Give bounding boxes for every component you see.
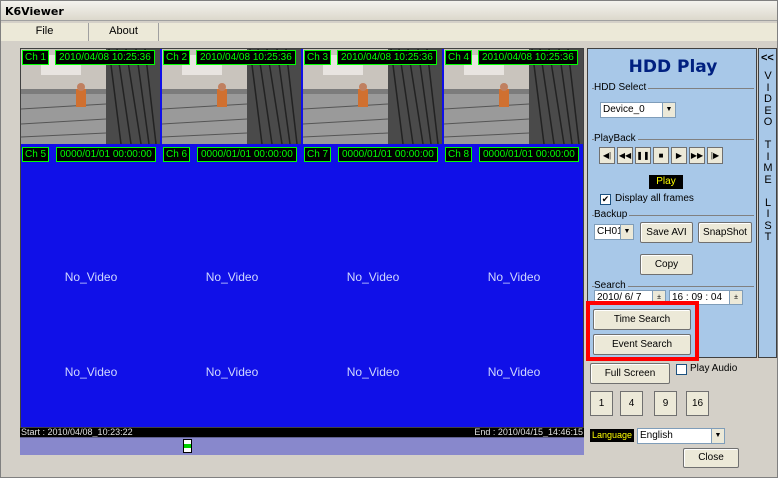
- step-forward-button[interactable]: |▶: [707, 147, 723, 164]
- display-all-frames-checkbox[interactable]: ✔: [600, 194, 611, 205]
- save-avi-button[interactable]: Save AVI: [640, 222, 693, 243]
- no-video-label: No_Video: [64, 365, 118, 379]
- rewind-icon: ◀◀: [618, 151, 632, 160]
- no-video-label: No_Video: [205, 365, 259, 379]
- panel-heading: HDD Play: [628, 57, 718, 77]
- pause-icon: ❚❚: [636, 151, 650, 160]
- stop-button[interactable]: ■: [653, 147, 669, 164]
- play-status: Play: [649, 175, 683, 189]
- play-button[interactable]: ▶: [671, 147, 687, 164]
- camera-2-view[interactable]: Ch 2 2010/04/08 10:25:36: [162, 49, 301, 144]
- no-video-label: No_Video: [64, 270, 118, 284]
- channel-label: Ch 4: [445, 50, 473, 65]
- channel-label: Ch 3: [304, 50, 332, 65]
- channel-timestamp: 2010/04/08 10:25:36: [196, 50, 296, 65]
- step-back-button[interactable]: ◀|: [599, 147, 615, 164]
- menu-bar: File About: [1, 23, 777, 41]
- step-back-icon: ◀|: [602, 151, 612, 160]
- timeline-thumb[interactable]: [183, 439, 192, 453]
- video-grid[interactable]: Ch 1 2010/04/08 10:25:36 Ch 2 2010/04/08…: [20, 48, 584, 428]
- channel-timestamp: 0000/01/01 00:00:00: [338, 147, 438, 162]
- channel-label: Ch 2: [163, 50, 191, 65]
- playback-timeline[interactable]: Start : 2010/04/08_10:23:22 End : 2010/0…: [20, 427, 584, 455]
- channel-timestamp: 2010/04/08 10:25:36: [55, 50, 155, 65]
- backup-label: Backup: [594, 209, 630, 220]
- channel-label: Ch 6: [163, 147, 191, 162]
- collapse-chevron-icon[interactable]: <<: [761, 52, 774, 64]
- hdd-select-label: HDD Select: [594, 82, 649, 93]
- split-4-button[interactable]: 4: [620, 391, 643, 416]
- channel-label: Ch 8: [445, 147, 473, 162]
- play-icon: ▶: [675, 151, 683, 160]
- playback-label: PlayBack: [594, 133, 638, 144]
- app-window: K6Viewer File About Ch 1 2010/04/08 10:2…: [0, 0, 778, 478]
- backup-channel-select[interactable]: CH01 ▼: [594, 224, 634, 240]
- stop-icon: ■: [658, 151, 664, 160]
- highlight-frame: [586, 301, 699, 361]
- hdd-device-select[interactable]: Device_0 ▼: [600, 102, 676, 118]
- split-16-button[interactable]: 16: [686, 391, 709, 416]
- channel-timestamp: 0000/01/01 00:00:00: [479, 147, 579, 162]
- chevron-down-icon[interactable]: ▼: [662, 103, 675, 117]
- timeline-start: Start : 2010/04/08_10:23:22: [21, 427, 133, 437]
- timeline-track[interactable]: [20, 437, 584, 455]
- camera-1-view[interactable]: Ch 1 2010/04/08 10:25:36: [21, 49, 160, 144]
- display-all-frames-label: Display all frames: [615, 193, 694, 204]
- window-title: K6Viewer: [5, 5, 64, 18]
- channel-timestamp: 0000/01/01 00:00:00: [197, 147, 297, 162]
- channel-label: Ch 7: [304, 147, 332, 162]
- timeline-header: Start : 2010/04/08_10:23:22 End : 2010/0…: [20, 427, 584, 437]
- timeline-end: End : 2010/04/15_14:46:15: [474, 427, 583, 437]
- split-9-button[interactable]: 9: [654, 391, 677, 416]
- fast-forward-button[interactable]: ▶▶: [689, 147, 705, 164]
- split-1-button[interactable]: 1: [590, 391, 613, 416]
- pause-button[interactable]: ❚❚: [635, 147, 651, 164]
- chevron-down-icon[interactable]: ▼: [711, 429, 724, 443]
- full-screen-button[interactable]: Full Screen: [590, 363, 670, 384]
- video-time-list-label: V I D E O T I M E L I S T: [763, 70, 773, 243]
- play-audio-checkbox[interactable]: [676, 364, 687, 375]
- backup-channel-value: CH01: [597, 226, 623, 237]
- language-select[interactable]: English ▼: [637, 428, 725, 444]
- fast-forward-icon: ▶▶: [690, 151, 704, 160]
- channel-timestamp: 0000/01/01 00:00:00: [56, 147, 156, 162]
- step-forward-icon: |▶: [710, 151, 720, 160]
- channel-timestamp: 2010/04/08 10:25:36: [337, 50, 437, 65]
- chevron-down-icon[interactable]: ▼: [620, 225, 633, 239]
- camera-3-view[interactable]: Ch 3 2010/04/08 10:25:36: [303, 49, 442, 144]
- menu-about[interactable]: About: [89, 23, 159, 41]
- play-audio-label: Play Audio: [690, 363, 738, 374]
- hdd-device-value: Device_0: [603, 104, 645, 115]
- language-label: Language: [590, 429, 635, 442]
- video-time-list-toggle[interactable]: << V I D E O T I M E L I S T: [758, 48, 777, 358]
- no-video-label: No_Video: [487, 365, 541, 379]
- channel-label: Ch 5: [22, 147, 50, 162]
- no-video-label: No_Video: [487, 270, 541, 284]
- title-bar[interactable]: K6Viewer: [1, 1, 777, 21]
- snapshot-button[interactable]: SnapShot: [698, 222, 752, 243]
- channel-timestamp: 2010/04/08 10:25:36: [478, 50, 578, 65]
- no-video-label: No_Video: [346, 365, 400, 379]
- no-video-label: No_Video: [346, 270, 400, 284]
- camera-4-view[interactable]: Ch 4 2010/04/08 10:25:36: [444, 49, 583, 144]
- close-button[interactable]: Close: [683, 448, 739, 468]
- copy-button[interactable]: Copy: [640, 254, 693, 275]
- rewind-button[interactable]: ◀◀: [617, 147, 633, 164]
- menu-file[interactable]: File: [1, 23, 89, 41]
- spin-icon[interactable]: ±: [729, 291, 742, 304]
- channel-label: Ch 1: [22, 50, 50, 65]
- no-video-label: No_Video: [205, 270, 259, 284]
- language-value: English: [640, 430, 673, 441]
